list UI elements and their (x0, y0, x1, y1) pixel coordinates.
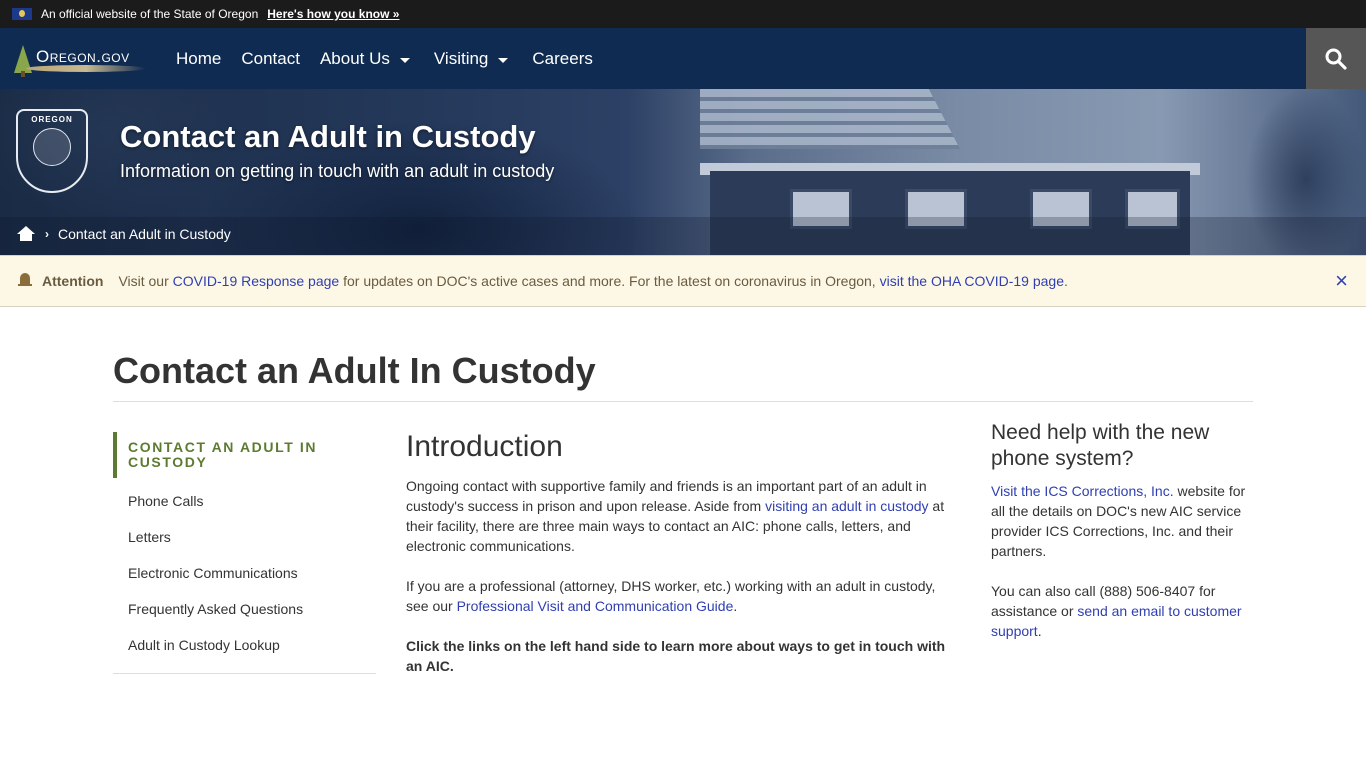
close-icon[interactable]: × (1335, 270, 1348, 292)
page-title: Contact an Adult In Custody (113, 350, 596, 391)
sidenav-item-aic-lookup[interactable]: Adult in Custody Lookup (113, 627, 376, 663)
seal-emblem-icon (33, 128, 71, 166)
nav-item-visiting[interactable]: Visiting (424, 28, 519, 89)
chevron-down-icon (399, 57, 410, 63)
covid-response-link[interactable]: COVID-19 Response page (173, 273, 340, 289)
nav-item-careers[interactable]: Careers (522, 28, 602, 89)
search-button[interactable] (1306, 28, 1366, 89)
alert-text: . (1064, 273, 1068, 289)
heres-how-you-know-link[interactable]: Here's how you know » (267, 7, 399, 21)
hero-subtitle: Information on getting in touch with an … (120, 161, 555, 181)
phone-help-sidebar: Need help with the new phone system? Vis… (991, 420, 1253, 661)
nav-item-about-us[interactable]: About Us (310, 28, 420, 89)
nav-label: Visiting (433, 48, 489, 68)
side-navigation: Contact an Adult in Custody Phone Calls … (113, 432, 376, 674)
divider (113, 673, 376, 674)
sidenav-item-faq[interactable]: Frequently Asked Questions (113, 591, 376, 627)
intro-paragraph: Ongoing contact with supportive family a… (406, 476, 951, 556)
oregon-gov-logo[interactable]: Oregon.gov (12, 35, 152, 83)
nav-label: Careers (532, 48, 593, 68)
official-text: An official website of the State of Oreg… (41, 7, 259, 21)
logo-text: Oregon.gov (36, 46, 130, 66)
breadcrumb: › Contact an Adult in Custody (17, 226, 231, 242)
chevron-down-icon (498, 57, 509, 63)
sidenav-item-letters[interactable]: Letters (113, 519, 376, 555)
professional-guide-link[interactable]: Professional Visit and Communication Gui… (457, 598, 734, 614)
sidenav-list: Phone Calls Letters Electronic Communica… (113, 483, 376, 663)
sidenav-item-phone-calls[interactable]: Phone Calls (113, 483, 376, 519)
main-content: Introduction Ongoing contact with suppor… (406, 430, 951, 696)
official-banner: An official website of the State of Oreg… (0, 0, 1366, 28)
ics-corrections-link[interactable]: Visit the ICS Corrections, Inc. (991, 483, 1174, 499)
attention-alert: Attention Visit our COVID-19 Response pa… (0, 255, 1366, 307)
bell-icon (18, 273, 32, 289)
nav-label: Contact (241, 48, 300, 68)
seal-top-text: OREGON (31, 115, 73, 124)
main-navbar: Oregon.gov Home Contact About Us Visitin… (0, 28, 1366, 89)
home-icon[interactable] (17, 226, 35, 242)
hero-dome (700, 89, 960, 149)
nav-menu: Home Contact About Us Visiting Careers (166, 28, 603, 89)
aside-paragraph: Visit the ICS Corrections, Inc. website … (991, 481, 1253, 561)
instruction-paragraph: Click the links on the left hand side to… (406, 638, 946, 674)
alert-label: Attention (42, 273, 104, 289)
nav-item-contact[interactable]: Contact (231, 28, 310, 89)
alert-text: Visit our (118, 273, 173, 289)
alert-text: for updates on DOC's active cases and mo… (339, 273, 880, 289)
paragraph-text: . (1037, 623, 1042, 639)
breadcrumb-separator: › (45, 227, 49, 241)
alert-message: Visit our COVID-19 Response page for upd… (118, 273, 1067, 289)
aside-heading: Need help with the new phone system? (991, 421, 1210, 470)
tree-trunk (21, 70, 25, 77)
aside-paragraph: You can also call (888) 506-8407 for ass… (991, 581, 1253, 641)
paragraph-text: . (733, 598, 738, 614)
search-icon (1325, 48, 1347, 70)
sidenav-item-active[interactable]: Contact an Adult in Custody (113, 432, 376, 478)
nav-label: Home (176, 48, 222, 68)
professional-paragraph: If you are a professional (attorney, DHS… (406, 576, 951, 616)
section-heading: Introduction (406, 430, 563, 463)
divider (113, 401, 1253, 402)
sidenav-item-electronic-communications[interactable]: Electronic Communications (113, 555, 376, 591)
visiting-aic-link[interactable]: visiting an adult in custody (765, 498, 928, 514)
oha-covid-link[interactable]: visit the OHA COVID-19 page (880, 273, 1064, 289)
breadcrumb-current: Contact an Adult in Custody (58, 226, 231, 242)
hero-title: Contact an Adult in Custody (120, 119, 536, 154)
hero-banner: OREGON Contact an Adult in Custody Infor… (0, 89, 1366, 255)
oregon-flag-icon (12, 8, 32, 20)
nav-label: About Us (319, 48, 390, 68)
doc-seal-logo: OREGON (16, 109, 88, 193)
nav-item-home[interactable]: Home (166, 28, 231, 89)
